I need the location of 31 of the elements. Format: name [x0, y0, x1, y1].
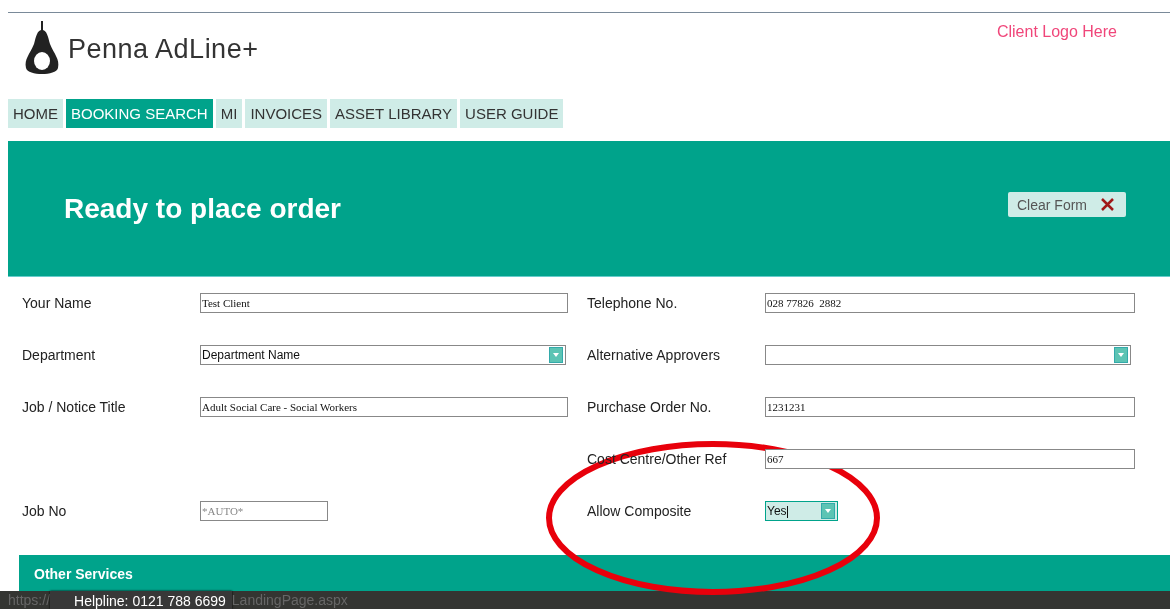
text-input-field[interactable]: 028 77826 2882 — [765, 293, 1135, 313]
field-label: Department — [22, 346, 97, 363]
field-label: Job No — [22, 502, 68, 519]
nav-tab[interactable]: HOME — [8, 99, 63, 128]
text-input-field[interactable]: Adult Social Care - Social Workers — [200, 397, 568, 417]
page-title: Ready to place order — [64, 192, 341, 225]
pear-logo-icon — [24, 21, 60, 77]
status-url: LandingPage.aspx — [231, 591, 348, 609]
dropdown-field[interactable]: Department Name — [200, 345, 566, 365]
text-input-field[interactable]: Test Client — [200, 293, 568, 313]
section-title: Other Services — [34, 566, 133, 582]
dropdown-field[interactable]: Yes — [765, 501, 838, 521]
helpline-tooltip: Helpline: 0121 788 6699 — [50, 591, 232, 609]
text-input-field[interactable]: *AUTO* — [200, 501, 328, 521]
client-logo-text: Client Logo Here — [996, 23, 1117, 42]
field-label: Allow Composite — [587, 502, 693, 519]
dropdown-field[interactable] — [765, 345, 1131, 365]
nav-tab[interactable]: INVOICES — [245, 99, 328, 128]
field-label: Alternative Approvers — [587, 346, 722, 363]
nav-tab[interactable]: USER GUIDE — [460, 99, 564, 128]
text-input-field[interactable]: 1231231 — [765, 397, 1135, 417]
field-label: Telephone No. — [587, 294, 679, 311]
clear-form-button[interactable]: Clear Form — [1008, 192, 1126, 217]
text-input-field[interactable]: 667 — [765, 449, 1135, 469]
nav-tab[interactable]: ASSET LIBRARY — [330, 99, 458, 128]
field-label: Purchase Order No. — [587, 398, 713, 415]
brand-name: Penna AdLine+ — [68, 33, 259, 65]
close-icon — [1101, 198, 1114, 211]
field-label: Job / Notice Title — [22, 398, 127, 415]
field-label: Your Name — [22, 294, 93, 311]
nav-tab[interactable]: MI — [215, 99, 243, 128]
